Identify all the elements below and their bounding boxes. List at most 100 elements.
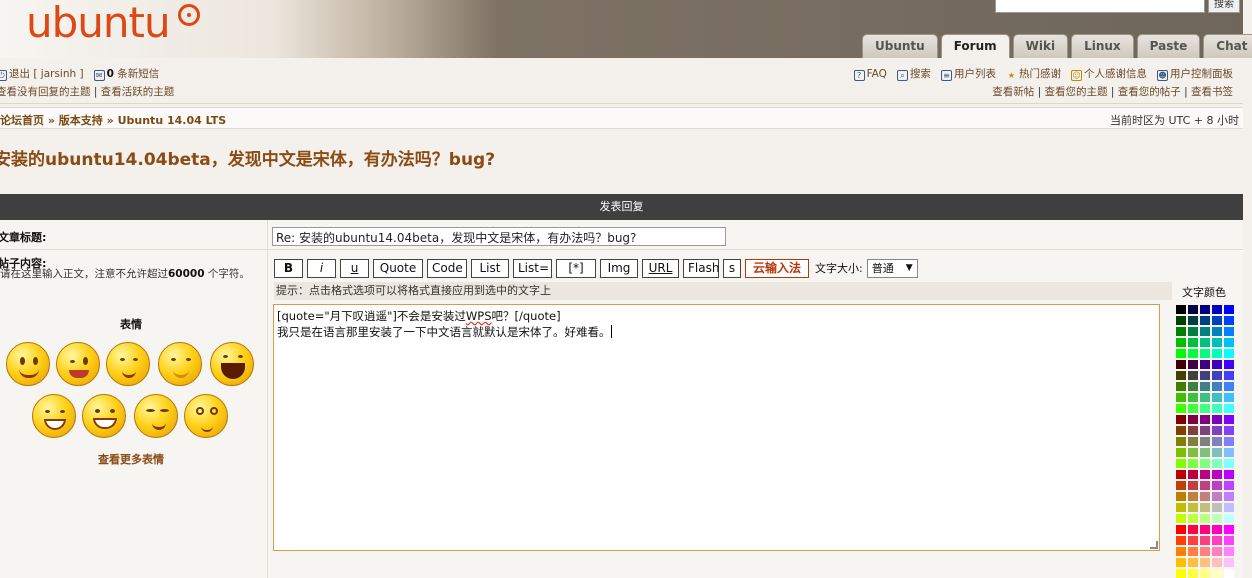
color-swatch[interactable] [1176, 305, 1186, 314]
color-swatch[interactable] [1212, 426, 1222, 435]
color-swatch[interactable] [1212, 360, 1222, 369]
color-swatch[interactable] [1212, 536, 1222, 545]
color-swatch[interactable] [1200, 569, 1210, 578]
color-swatch[interactable] [1188, 558, 1198, 567]
members-link[interactable]: 用户列表 [954, 68, 996, 80]
color-swatch[interactable] [1188, 360, 1198, 369]
color-swatch[interactable] [1224, 327, 1234, 336]
color-swatch[interactable] [1224, 569, 1234, 578]
color-swatch[interactable] [1188, 514, 1198, 523]
search-link[interactable]: 搜索 [910, 68, 931, 80]
smiley-cool-icon[interactable] [134, 394, 178, 438]
color-swatch[interactable] [1212, 349, 1222, 358]
smiley-wink-icon[interactable] [56, 342, 100, 386]
color-swatch[interactable] [1200, 316, 1210, 325]
color-swatch[interactable] [1188, 437, 1198, 446]
color-swatch[interactable] [1188, 492, 1198, 501]
color-swatch[interactable] [1212, 415, 1222, 424]
color-swatch[interactable] [1200, 382, 1210, 391]
color-swatch[interactable] [1212, 525, 1222, 534]
smiley-sweat-icon[interactable] [32, 394, 76, 438]
color-swatch[interactable] [1200, 514, 1210, 523]
more-emoticons-link[interactable]: 查看更多表情 [0, 451, 262, 467]
color-swatch[interactable] [1176, 547, 1186, 556]
color-swatch[interactable] [1200, 459, 1210, 468]
color-swatch[interactable] [1176, 492, 1186, 501]
color-swatch[interactable] [1176, 481, 1186, 490]
color-swatch[interactable] [1200, 393, 1210, 402]
color-swatch[interactable] [1224, 338, 1234, 347]
strike-button[interactable]: s [723, 258, 741, 278]
smiley-blush-icon[interactable] [106, 342, 150, 386]
list-item-button[interactable]: [*] [556, 258, 596, 278]
color-swatch[interactable] [1224, 437, 1234, 446]
color-swatch[interactable] [1176, 448, 1186, 457]
color-swatch[interactable] [1212, 327, 1222, 336]
color-swatch[interactable] [1176, 569, 1186, 578]
color-swatch[interactable] [1212, 338, 1222, 347]
color-swatch[interactable] [1176, 349, 1186, 358]
color-swatch[interactable] [1176, 371, 1186, 380]
tab-chat[interactable]: Chat [1203, 34, 1252, 58]
smiley-laugh-icon[interactable] [210, 342, 254, 386]
color-swatch[interactable] [1188, 536, 1198, 545]
color-swatch[interactable] [1212, 393, 1222, 402]
color-swatch[interactable] [1200, 470, 1210, 479]
color-swatch[interactable] [1224, 492, 1234, 501]
color-swatch[interactable] [1200, 305, 1210, 314]
search-button[interactable]: 搜索 [1208, 0, 1240, 13]
color-swatch[interactable] [1224, 316, 1234, 325]
color-swatch[interactable] [1212, 404, 1222, 413]
color-swatch[interactable] [1188, 525, 1198, 534]
flash-button[interactable]: Flash [683, 258, 719, 278]
color-swatch[interactable] [1176, 503, 1186, 512]
color-swatch[interactable] [1176, 360, 1186, 369]
ubuntu-logo[interactable]: ubuntu [26, 0, 171, 47]
color-swatch[interactable] [1224, 514, 1234, 523]
bold-button[interactable]: B [274, 258, 303, 278]
ucp-link[interactable]: 用户控制面板 [1170, 68, 1233, 80]
color-swatch[interactable] [1188, 459, 1198, 468]
color-swatch[interactable] [1188, 426, 1198, 435]
color-swatch[interactable] [1212, 382, 1222, 391]
color-swatch[interactable] [1224, 558, 1234, 567]
color-swatch[interactable] [1224, 547, 1234, 556]
color-swatch[interactable] [1212, 437, 1222, 446]
color-swatch[interactable] [1188, 481, 1198, 490]
color-swatch[interactable] [1212, 558, 1222, 567]
color-swatch[interactable] [1224, 360, 1234, 369]
code-button[interactable]: Code [427, 258, 467, 278]
color-swatch[interactable] [1200, 448, 1210, 457]
color-swatch[interactable] [1176, 426, 1186, 435]
color-swatch[interactable] [1200, 547, 1210, 556]
color-swatch[interactable] [1224, 404, 1234, 413]
color-palette[interactable] [1176, 305, 1236, 578]
color-swatch[interactable] [1200, 558, 1210, 567]
search-input[interactable] [995, 0, 1205, 13]
breadcrumb-section[interactable]: 版本支持 [59, 114, 103, 127]
logout-link[interactable]: 退出 [ jarsinh ] [9, 68, 84, 80]
color-swatch[interactable] [1176, 437, 1186, 446]
color-swatch[interactable] [1176, 470, 1186, 479]
color-swatch[interactable] [1176, 316, 1186, 325]
your-posts-link[interactable]: 查看您的帖子 [1118, 86, 1181, 98]
color-swatch[interactable] [1200, 503, 1210, 512]
color-swatch[interactable] [1188, 448, 1198, 457]
color-swatch[interactable] [1200, 327, 1210, 336]
color-swatch[interactable] [1176, 404, 1186, 413]
color-swatch[interactable] [1212, 492, 1222, 501]
color-swatch[interactable] [1188, 316, 1198, 325]
color-swatch[interactable] [1176, 393, 1186, 402]
color-swatch[interactable] [1224, 349, 1234, 358]
smiley-giggle-icon[interactable] [158, 342, 202, 386]
color-swatch[interactable] [1212, 547, 1222, 556]
underline-button[interactable]: u [340, 258, 369, 278]
color-swatch[interactable] [1188, 503, 1198, 512]
message-textarea[interactable]: [quote="月下叹逍遥"]不会是安装过WPS吧？[/quote] 我只是在语… [273, 304, 1160, 551]
color-swatch[interactable] [1200, 437, 1210, 446]
your-topics-link[interactable]: 查看您的主题 [1045, 86, 1108, 98]
resize-handle[interactable] [1150, 541, 1158, 549]
color-swatch[interactable] [1200, 360, 1210, 369]
topic-title[interactable]: 安装的ubuntu14.04beta，发现中文是宋体，有办法吗？bug? [0, 145, 495, 170]
color-swatch[interactable] [1224, 305, 1234, 314]
